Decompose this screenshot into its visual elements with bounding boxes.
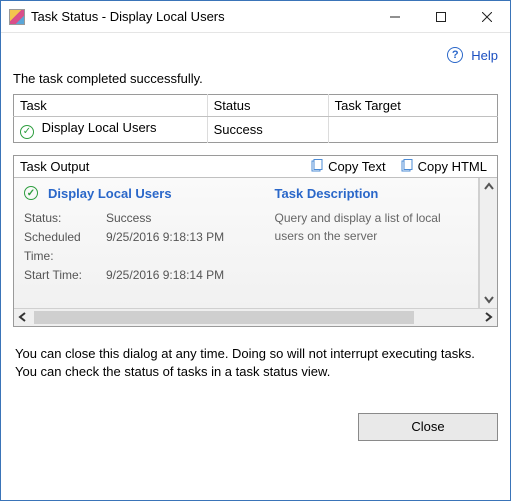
col-header-task[interactable]: Task: [14, 95, 208, 117]
close-window-button[interactable]: [464, 1, 510, 32]
output-desc-label: Task Description: [275, 186, 468, 201]
cell-status: Success: [207, 117, 328, 143]
maximize-button[interactable]: [418, 1, 464, 32]
table-row[interactable]: ✓ Display Local Users Success: [14, 117, 498, 143]
footer: Close: [13, 413, 498, 441]
task-output-label: Task Output: [20, 159, 306, 174]
kv-start: Start Time: 9/25/2016 9:18:14 PM: [24, 266, 255, 285]
hint-text: You can close this dialog at any time. D…: [15, 345, 496, 381]
kv-status-value: Success: [106, 209, 255, 228]
scroll-left-icon[interactable]: [14, 308, 32, 326]
output-right-column: Task Description Query and display a lis…: [265, 178, 478, 308]
titlebar: Task Status - Display Local Users: [1, 1, 510, 33]
summary-text: The task completed successfully.: [13, 71, 498, 86]
kv-status-label: Status:: [24, 209, 106, 228]
output-description: Query and display a list of local users …: [275, 209, 468, 245]
app-icon: [9, 9, 25, 25]
copy-html-label: Copy HTML: [418, 159, 487, 174]
help-link[interactable]: Help: [471, 48, 498, 63]
copy-html-button[interactable]: Copy HTML: [396, 159, 491, 174]
task-table: Task Status Task Target ✓ Display Local …: [13, 94, 498, 143]
minimize-button[interactable]: [372, 1, 418, 32]
copy-text-label: Copy Text: [328, 159, 386, 174]
col-header-target[interactable]: Task Target: [328, 95, 497, 117]
output-task-title: ✓ Display Local Users: [24, 186, 255, 201]
help-row: ? Help: [13, 41, 498, 69]
copy-text-button[interactable]: Copy Text: [306, 159, 390, 174]
maximize-icon: [436, 12, 446, 22]
kv-scheduled-label: Scheduled Time:: [24, 228, 106, 266]
task-output-panel: Task Output Copy Text Copy HTML ✓ Displa…: [13, 155, 498, 327]
help-icon[interactable]: ?: [447, 47, 463, 63]
col-header-status[interactable]: Status: [207, 95, 328, 117]
close-button[interactable]: Close: [358, 413, 498, 441]
horizontal-scrollbar[interactable]: [14, 308, 497, 326]
horizontal-scroll-thumb[interactable]: [34, 311, 414, 324]
task-output-header: Task Output Copy Text Copy HTML: [14, 156, 497, 178]
scroll-up-icon[interactable]: [480, 178, 498, 196]
scroll-down-icon[interactable]: [480, 290, 498, 308]
cell-task: Display Local Users: [42, 120, 157, 135]
window-buttons: [372, 1, 510, 32]
window-title: Task Status - Display Local Users: [31, 9, 372, 24]
output-task-name: Display Local Users: [48, 186, 172, 201]
client-area: ? Help The task completed successfully. …: [1, 33, 510, 453]
kv-start-value: 9/25/2016 9:18:14 PM: [106, 266, 255, 285]
task-output-content: ✓ Display Local Users Status: Success Sc…: [14, 178, 479, 308]
scroll-right-icon[interactable]: [479, 308, 497, 326]
vertical-scrollbar[interactable]: [479, 178, 497, 308]
kv-scheduled-value: 9/25/2016 9:18:13 PM: [106, 228, 255, 266]
success-icon: ✓: [24, 186, 38, 200]
kv-scheduled: Scheduled Time: 9/25/2016 9:18:13 PM: [24, 228, 255, 266]
horizontal-scroll-track[interactable]: [32, 309, 479, 326]
kv-start-label: Start Time:: [24, 266, 106, 285]
cell-target: [328, 117, 497, 143]
copy-html-icon: [400, 159, 414, 173]
close-icon: [482, 12, 492, 22]
copy-text-icon: [310, 159, 324, 173]
task-output-body: ✓ Display Local Users Status: Success Sc…: [14, 178, 497, 308]
success-icon: ✓: [20, 125, 34, 139]
minimize-icon: [390, 12, 400, 22]
kv-status: Status: Success: [24, 209, 255, 228]
output-left-column: ✓ Display Local Users Status: Success Sc…: [14, 178, 265, 308]
